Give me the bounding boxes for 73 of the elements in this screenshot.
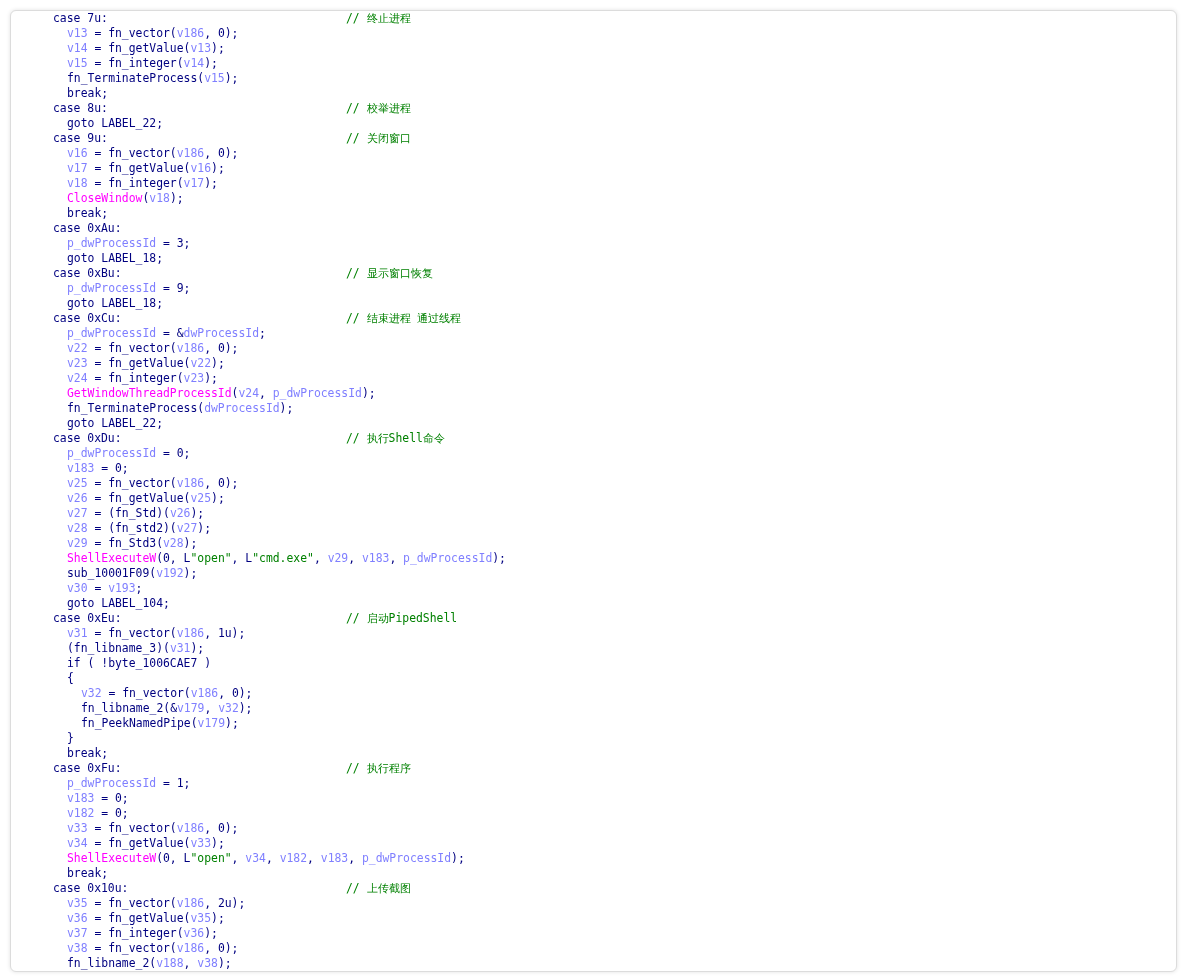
code-line: v15 = fn_integer(v14); (66, 56, 218, 71)
code-line: fn_TerminateProcess(v15); (66, 71, 239, 86)
code-line: v24 = fn_integer(v23); (66, 371, 218, 386)
code-comment: // 执行Shell命令 (346, 431, 445, 446)
code-line: ShellExecuteW(0, L"open", L"cmd.exe", v29, v183, p_dwProcessId); (66, 551, 506, 566)
code-line: break; (66, 86, 109, 101)
code-line: goto LABEL_18; (66, 296, 163, 311)
code-line: case 0xBu: (53, 266, 123, 281)
code-line: p_dwProcessId = 9; (66, 281, 191, 296)
code-comment: // 结束进程 通过线程 (346, 311, 462, 326)
code-line: v25 = fn_vector(v186, 0); (66, 476, 239, 491)
code-line: p_dwProcessId = &dwProcessId; (66, 326, 266, 341)
code-line: v13 = fn_vector(v186, 0); (66, 26, 239, 41)
code-line: v36 = fn_getValue(v35); (66, 911, 225, 926)
code-line: p_dwProcessId = 0; (66, 446, 191, 461)
code-line: v22 = fn_vector(v186, 0); (66, 341, 239, 356)
code-line: fn_TerminateProcess(dwProcessId); (66, 401, 294, 416)
code-line: case 7u: (53, 11, 109, 26)
code-line: v37 = fn_integer(v36); (66, 926, 218, 941)
code-line: CloseWindow(v18); (66, 191, 184, 206)
code-line: GetWindowThreadProcessId(v24, p_dwProcessId); (66, 386, 376, 401)
code-line: goto LABEL_22; (66, 416, 163, 431)
code-line: break; (66, 206, 109, 221)
code-line: v38 = fn_vector(v186, 0); (66, 941, 239, 956)
code-line: v33 = fn_vector(v186, 0); (66, 821, 239, 836)
code-line: v18 = fn_integer(v17); (66, 176, 218, 191)
code-line: goto LABEL_18; (66, 251, 163, 266)
code-line: v30 = v193; (66, 581, 143, 596)
code-line: v183 = 0; (66, 461, 129, 476)
code-line: p_dwProcessId = 3; (66, 236, 191, 251)
code-line: case 0xAu: (53, 221, 122, 236)
code-comment: // 显示窗口恢复 (346, 266, 433, 281)
code-line: fn_libname_2(v188, v38); (66, 956, 232, 971)
code-line: v27 = (fn_Std)(v26); (66, 506, 205, 521)
code-line: case 0x10u: (53, 881, 130, 896)
code-line: v29 = fn_Std3(v28); (66, 536, 198, 551)
code-line: v26 = fn_getValue(v25); (66, 491, 225, 506)
code-line: fn_libname_2(&v179, v32); (80, 701, 253, 716)
code-line: ShellExecuteW(0, L"open", v34, v182, v183, p_dwProcessId); (66, 851, 465, 866)
code-line: sub_10001F09(v192); (66, 566, 198, 581)
code-line: v28 = (fn_std2)(v27); (66, 521, 212, 536)
code-comment: // 校举进程 (346, 101, 411, 116)
code-comment: // 上传截图 (346, 881, 411, 896)
code-comment: // 终止进程 (346, 11, 411, 26)
code-line: break; (66, 866, 109, 881)
code-comment: // 关闭窗口 (346, 131, 411, 146)
code-line: v35 = fn_vector(v186, 2u); (66, 896, 246, 911)
code-line: v16 = fn_vector(v186, 0); (66, 146, 239, 161)
code-comment: // 执行程序 (346, 761, 411, 776)
code-line: case 0xDu: (53, 431, 123, 446)
code-line: case 9u: (53, 131, 109, 146)
code-line: v34 = fn_getValue(v33); (66, 836, 225, 851)
code-line: (fn_libname_3)(v31); (66, 641, 205, 656)
code-line: fn_PeekNamedPipe(v179); (80, 716, 239, 731)
code-line: } (66, 731, 74, 746)
code-line: v183 = 0; (66, 791, 129, 806)
code-line: case 0xEu: (53, 611, 123, 626)
code-line: v31 = fn_vector(v186, 1u); (66, 626, 246, 641)
code-line: v14 = fn_getValue(v13); (66, 41, 225, 56)
code-line: break; (66, 746, 109, 761)
code-line: { (66, 671, 74, 686)
code-comment: // 启动PipedShell (346, 611, 458, 626)
code-line: v32 = fn_vector(v186, 0); (80, 686, 253, 701)
code-line: v23 = fn_getValue(v22); (66, 356, 225, 371)
code-line: goto LABEL_22; (66, 116, 163, 131)
code-line: case 0xCu: (53, 311, 123, 326)
code-line: goto LABEL_104; (66, 596, 170, 611)
code-line: v182 = 0; (66, 806, 129, 821)
code-line: case 0xFu: (53, 761, 123, 776)
code-line: v17 = fn_getValue(v16); (66, 161, 225, 176)
code-line: case 8u: (53, 101, 109, 116)
code-line: p_dwProcessId = 1; (66, 776, 191, 791)
code-line: if ( !byte_1006CAE7 ) (66, 656, 211, 671)
